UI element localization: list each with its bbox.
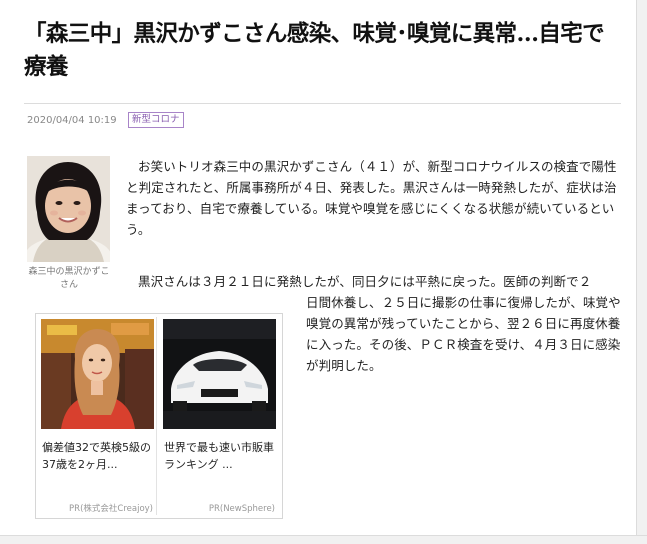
page-frame-right	[636, 0, 647, 543]
article-photo	[27, 156, 110, 262]
ad-card[interactable]: 偏差値32で英検5級の37歳を2ヶ月... PR(株式会社Creajoy)	[39, 317, 157, 515]
car-photo-illustration	[163, 319, 276, 429]
woman-photo-illustration	[41, 319, 154, 429]
ad-title[interactable]: 世界で最も速い市販車ランキング ...	[164, 439, 277, 473]
person-photo-illustration	[27, 156, 110, 262]
sponsored-ads-box: 偏差値32で英検5級の37歳を2ヶ月... PR(株式会社Creajoy) 世界…	[35, 313, 283, 519]
article-title: 「森三中」黒沢かずこさん感染、味覚･嗅覚に異常…自宅で療養	[24, 21, 605, 80]
ad-source: PR(株式会社Creajoy)	[69, 504, 153, 514]
ad-image[interactable]	[41, 319, 154, 429]
article-paragraph-1: お笑いトリオ森三中の黒沢かずこさん（４１）が、新型コロナウイルスの検査で陽性と判…	[126, 159, 617, 237]
ad-source: PR(NewSphere)	[208, 504, 275, 514]
title-divider	[24, 103, 621, 104]
ad-title[interactable]: 偏差値32で英検5級の37歳を2ヶ月...	[42, 439, 155, 473]
article-paragraph-2-rest: 日間休養し、２５日に撮影の仕事に復帰したが、味覚や嗅覚の異常が残っていたことから…	[306, 295, 621, 373]
ad-image[interactable]	[163, 319, 276, 429]
category-tag[interactable]: 新型コロナ	[128, 112, 184, 128]
article-paragraph-2-line-1: 黒沢さんは３月２１日に発熱したが、同日夕には平熱に戻った。医師の判断で２	[138, 274, 592, 289]
publish-date: 2020/04/04 10:19	[27, 115, 117, 126]
ad-card[interactable]: 世界で最も速い市販車ランキング ... PR(NewSphere)	[161, 317, 278, 515]
photo-caption: 森三中の黒沢かずこさん	[28, 267, 110, 290]
